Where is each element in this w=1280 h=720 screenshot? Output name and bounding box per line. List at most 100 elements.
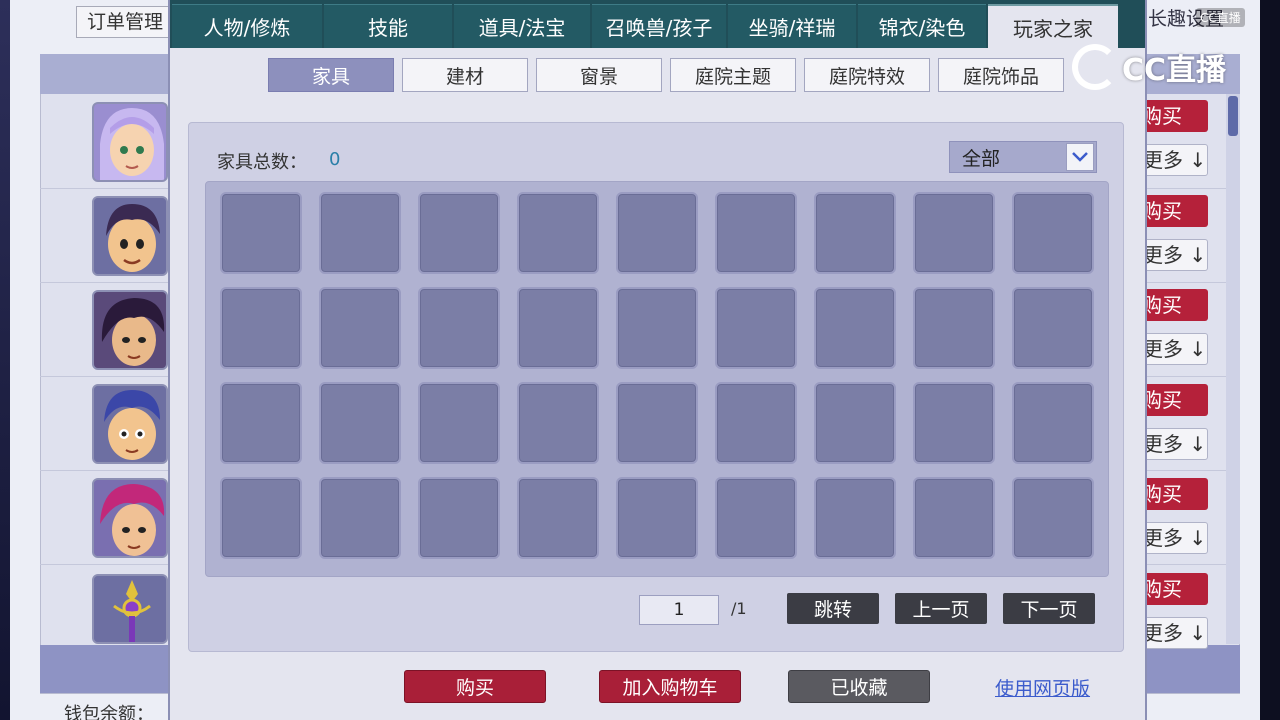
item-slot[interactable] — [418, 192, 500, 274]
order-management-button[interactable]: 订单管理 — [76, 6, 172, 38]
page-total: /1 — [731, 599, 747, 618]
furniture-total-count: 0 — [329, 149, 341, 170]
item-slot[interactable] — [913, 477, 995, 559]
item-slot[interactable] — [220, 382, 302, 464]
item-slot[interactable] — [715, 382, 797, 464]
row-buy-button[interactable]: 购买 — [1140, 289, 1208, 321]
character-avatar[interactable] — [92, 384, 168, 464]
character-portrait-icon — [94, 386, 166, 462]
cc-logo-text: CC直播 — [1122, 53, 1227, 88]
background-right-strip — [1260, 0, 1280, 720]
item-slot[interactable] — [814, 287, 896, 369]
next-page-button[interactable]: 下一页 — [1003, 593, 1095, 624]
add-to-cart-button[interactable]: 加入购物车 — [599, 670, 741, 703]
page-number-input[interactable]: 1 — [639, 595, 719, 625]
item-slot[interactable] — [913, 192, 995, 274]
subtab-courtyard-effects[interactable]: 庭院特效 — [804, 58, 930, 92]
item-slot[interactable] — [616, 477, 698, 559]
item-slot[interactable] — [1012, 477, 1094, 559]
item-slot[interactable] — [814, 477, 896, 559]
item-thumbnail[interactable] — [92, 574, 168, 644]
furniture-total-label: 家具总数： — [217, 152, 307, 173]
item-slot[interactable] — [715, 477, 797, 559]
tab-mounts[interactable]: 坐骑/祥瑞 — [728, 4, 856, 48]
item-browser-modal: 人物/修炼 技能 道具/法宝 召唤兽/孩子 坐骑/祥瑞 锦衣/染色 玩家之家 家… — [168, 0, 1147, 720]
prev-page-button[interactable]: 上一页 — [895, 593, 987, 624]
item-slot[interactable] — [517, 192, 599, 274]
item-slot[interactable] — [814, 192, 896, 274]
filter-dropdown[interactable]: 全部 — [949, 141, 1097, 173]
item-slot[interactable] — [220, 477, 302, 559]
character-avatar[interactable] — [92, 196, 168, 276]
item-slot[interactable] — [715, 192, 797, 274]
item-slot[interactable] — [418, 287, 500, 369]
row-buy-button[interactable]: 购买 — [1140, 573, 1208, 605]
subtab-courtyard-theme[interactable]: 庭院主题 — [670, 58, 796, 92]
row-buy-button[interactable]: 购买 — [1140, 100, 1208, 132]
item-slot[interactable] — [1012, 192, 1094, 274]
row-more-button[interactable]: 更多 ↓ — [1140, 239, 1208, 271]
item-slot[interactable] — [517, 382, 599, 464]
row-more-button[interactable]: 更多 ↓ — [1140, 617, 1208, 649]
use-web-version-link[interactable]: 使用网页版 — [995, 674, 1090, 701]
item-slot[interactable] — [517, 477, 599, 559]
chevron-down-icon[interactable] — [1066, 143, 1094, 171]
character-portrait-icon — [94, 104, 166, 180]
cc-logo-icon — [1072, 44, 1118, 90]
item-slot[interactable] — [616, 192, 698, 274]
item-slot[interactable] — [913, 287, 995, 369]
subtab-furniture[interactable]: 家具 — [268, 58, 394, 92]
item-slot[interactable] — [517, 287, 599, 369]
item-slot[interactable] — [418, 477, 500, 559]
character-portrait-icon — [94, 292, 166, 368]
buy-button[interactable]: 购买 — [404, 670, 546, 703]
item-slot[interactable] — [220, 192, 302, 274]
row-more-button[interactable]: 更多 ↓ — [1140, 333, 1208, 365]
character-avatar[interactable] — [92, 478, 168, 558]
background-left-strip — [0, 0, 10, 720]
furniture-content-panel: 家具总数： 0 全部 1 /1 跳转 上一页 下一页 — [188, 122, 1124, 652]
tab-skills[interactable]: 技能 — [324, 4, 452, 48]
item-slot[interactable] — [319, 287, 401, 369]
filter-selected-value: 全部 — [962, 147, 1001, 170]
item-slot[interactable] — [814, 382, 896, 464]
cc-watermark-small: CC直播 — [1196, 8, 1245, 27]
item-slot[interactable] — [319, 382, 401, 464]
item-slot[interactable] — [616, 287, 698, 369]
row-more-button[interactable]: 更多 ↓ — [1140, 428, 1208, 460]
subtab-building-materials[interactable]: 建材 — [402, 58, 528, 92]
row-buy-button[interactable]: 购买 — [1140, 195, 1208, 227]
row-buy-button[interactable]: 购买 — [1140, 478, 1208, 510]
item-slot[interactable] — [319, 477, 401, 559]
item-slot[interactable] — [220, 287, 302, 369]
favorited-button[interactable]: 已收藏 — [788, 670, 930, 703]
subtab-window-view[interactable]: 窗景 — [536, 58, 662, 92]
item-slot[interactable] — [319, 192, 401, 274]
tab-summons-children[interactable]: 召唤兽/孩子 — [592, 4, 726, 48]
background-scrollbar-thumb[interactable] — [1228, 96, 1238, 136]
subtab-courtyard-ornaments[interactable]: 庭院饰品 — [938, 58, 1064, 92]
wallet-balance-label: 钱包余额： — [64, 704, 154, 720]
item-slot[interactable] — [418, 382, 500, 464]
subcategory-tab-bar: 家具 建材 窗景 庭院主题 庭院特效 庭院饰品 — [268, 58, 1064, 92]
character-portrait-icon — [94, 198, 166, 274]
tab-items-treasures[interactable]: 道具/法宝 — [454, 4, 590, 48]
ornament-icon — [94, 576, 166, 642]
item-slot[interactable] — [715, 287, 797, 369]
row-buy-button[interactable]: 购买 — [1140, 384, 1208, 416]
jump-button[interactable]: 跳转 — [787, 593, 879, 624]
item-slot[interactable] — [1012, 382, 1094, 464]
cc-live-watermark: CC直播 — [1072, 44, 1226, 90]
item-slot[interactable] — [1012, 287, 1094, 369]
character-avatar[interactable] — [92, 290, 168, 370]
item-slot[interactable] — [616, 382, 698, 464]
character-avatar[interactable] — [92, 102, 168, 182]
character-portrait-icon — [94, 480, 166, 556]
tab-player-home[interactable]: 玩家之家 — [988, 4, 1118, 48]
background-scrollbar[interactable] — [1226, 94, 1240, 644]
tab-outfits-dyes[interactable]: 锦衣/染色 — [858, 4, 986, 48]
row-more-button[interactable]: 更多 ↓ — [1140, 522, 1208, 554]
item-slot[interactable] — [913, 382, 995, 464]
tab-character-cultivation[interactable]: 人物/修炼 — [172, 4, 322, 48]
row-more-button[interactable]: 更多 ↓ — [1140, 144, 1208, 176]
